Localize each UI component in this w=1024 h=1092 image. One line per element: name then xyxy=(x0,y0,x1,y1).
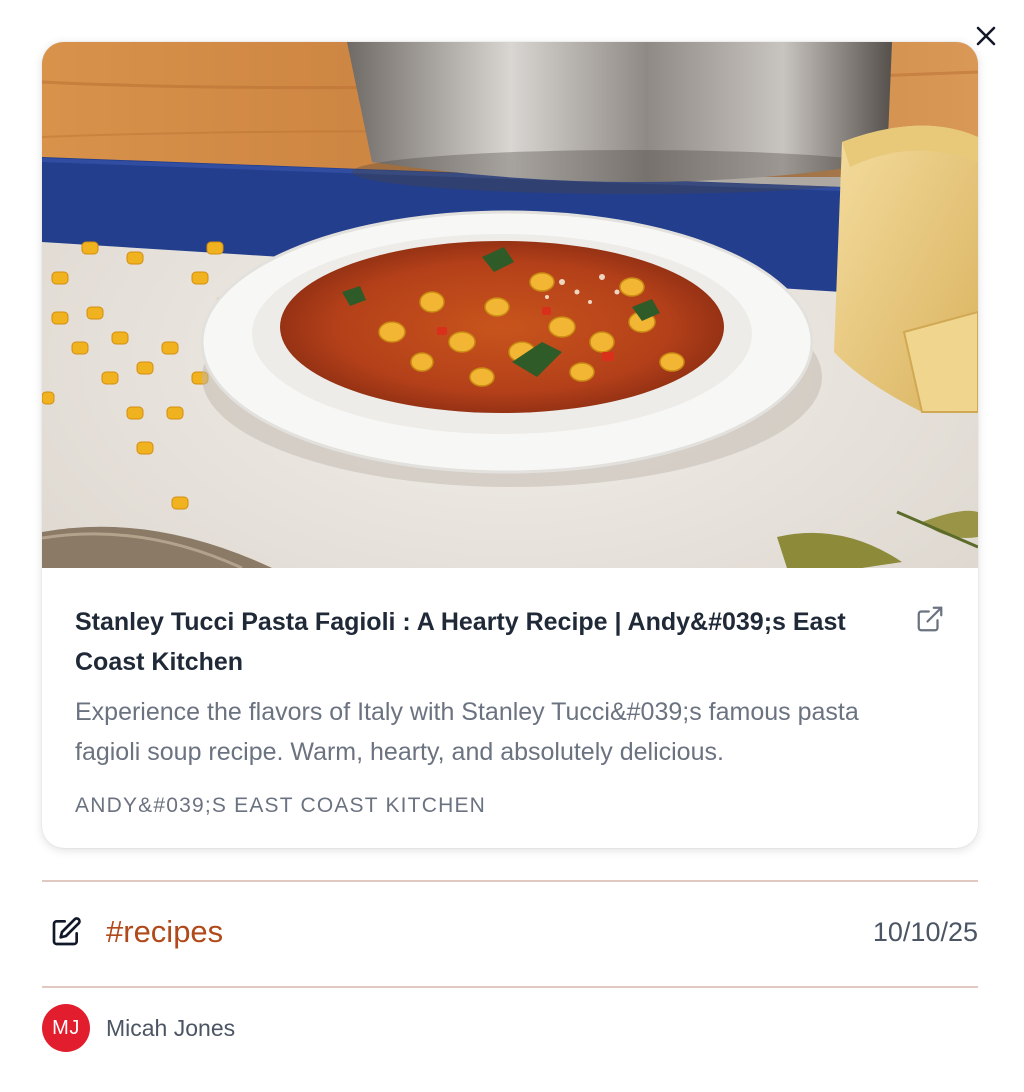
link-preview-card[interactable]: Stanley Tucci Pasta Fagioli : A Hearty R… xyxy=(42,42,978,848)
avatar[interactable]: MJ xyxy=(42,1004,90,1052)
edit-icon xyxy=(52,917,81,946)
meta-row: #recipes 10/10/25 xyxy=(42,896,978,968)
divider xyxy=(42,986,978,988)
external-link-icon xyxy=(917,606,943,632)
date-label: 10/10/25 xyxy=(872,916,978,947)
preview-image xyxy=(42,42,978,568)
preview-description: Experience the flavors of Italy with Sta… xyxy=(75,698,859,766)
author-row: MJ Micah Jones xyxy=(42,1004,235,1052)
author-name: Micah Jones xyxy=(106,1014,236,1041)
tag-link[interactable]: #recipes xyxy=(106,914,223,950)
preview-title[interactable]: Stanley Tucci Pasta Fagioli : A Hearty R… xyxy=(75,602,885,682)
preview-source: ANDY&#039;S EAST COAST KITCHEN xyxy=(75,794,487,817)
edit-button[interactable] xyxy=(46,912,86,952)
divider xyxy=(42,880,978,882)
open-link-button[interactable] xyxy=(915,604,945,634)
preview-body: Stanley Tucci Pasta Fagioli : A Hearty R… xyxy=(42,568,978,818)
